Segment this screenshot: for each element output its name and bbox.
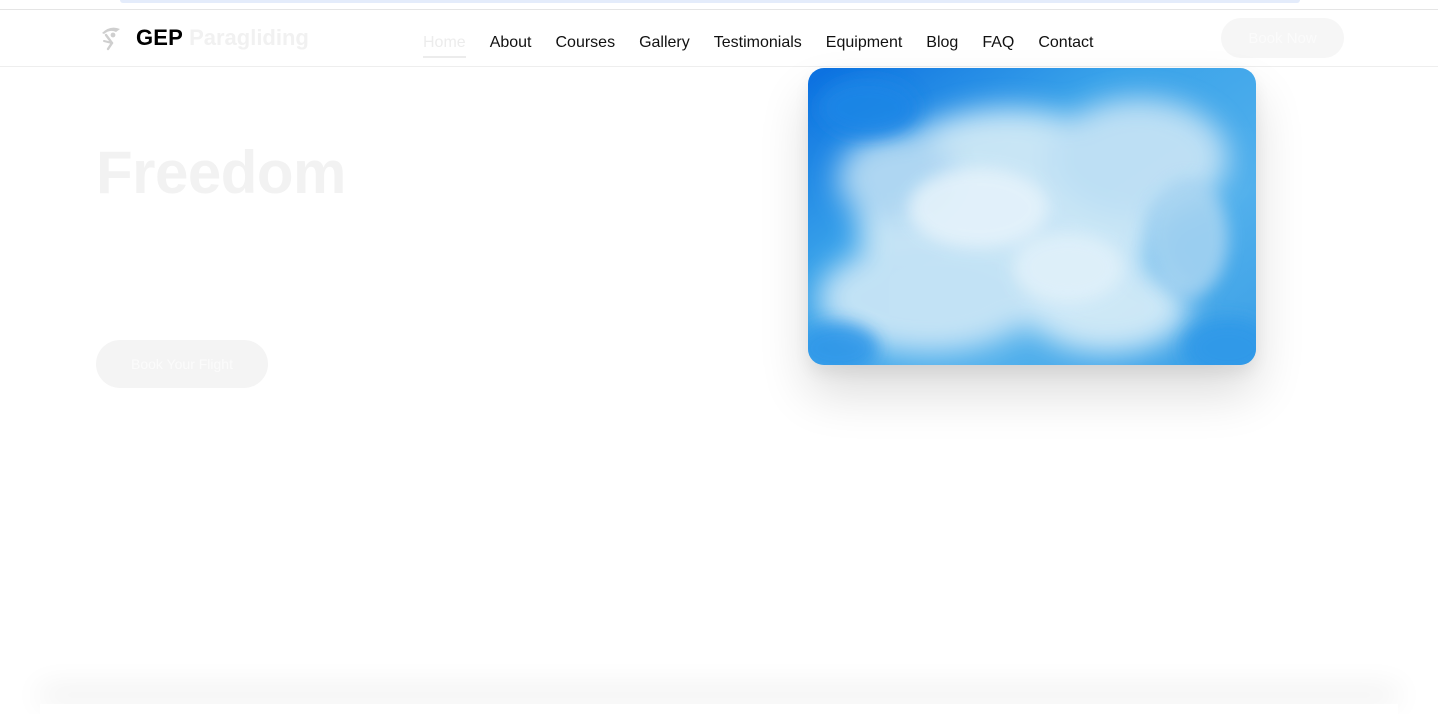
nav-item-testimonials[interactable]: Testimonials xyxy=(714,33,802,53)
browser-top-strip xyxy=(0,0,1438,10)
navbar: GEP Paragliding Home About Courses Galle… xyxy=(0,10,1438,67)
sky-clouds-image xyxy=(808,68,1256,365)
nav-item-home[interactable]: Home xyxy=(423,33,466,58)
book-now-button[interactable]: Book Now xyxy=(1221,18,1344,58)
top-strip-bar xyxy=(120,0,1300,3)
nav-item-gallery[interactable]: Gallery xyxy=(639,33,690,53)
brand-subname: Paragliding xyxy=(189,25,309,50)
paraglider-icon xyxy=(98,25,122,51)
nav-item-about[interactable]: About xyxy=(490,33,532,53)
main-nav: Home About Courses Gallery Testimonials … xyxy=(423,28,1117,58)
hero-title: Freedom xyxy=(96,139,346,206)
brand-name: GEP xyxy=(136,25,184,50)
book-your-flight-button[interactable]: Book Your Flight xyxy=(96,340,268,388)
nav-item-contact[interactable]: Contact xyxy=(1038,33,1093,53)
nav-item-courses[interactable]: Courses xyxy=(556,33,616,53)
nav-item-blog[interactable]: Blog xyxy=(926,33,958,53)
brand-logo[interactable]: GEP Paragliding xyxy=(98,23,309,53)
section-divider-shadow xyxy=(40,704,1398,714)
nav-item-faq[interactable]: FAQ xyxy=(982,33,1014,53)
nav-item-equipment[interactable]: Equipment xyxy=(826,33,903,53)
